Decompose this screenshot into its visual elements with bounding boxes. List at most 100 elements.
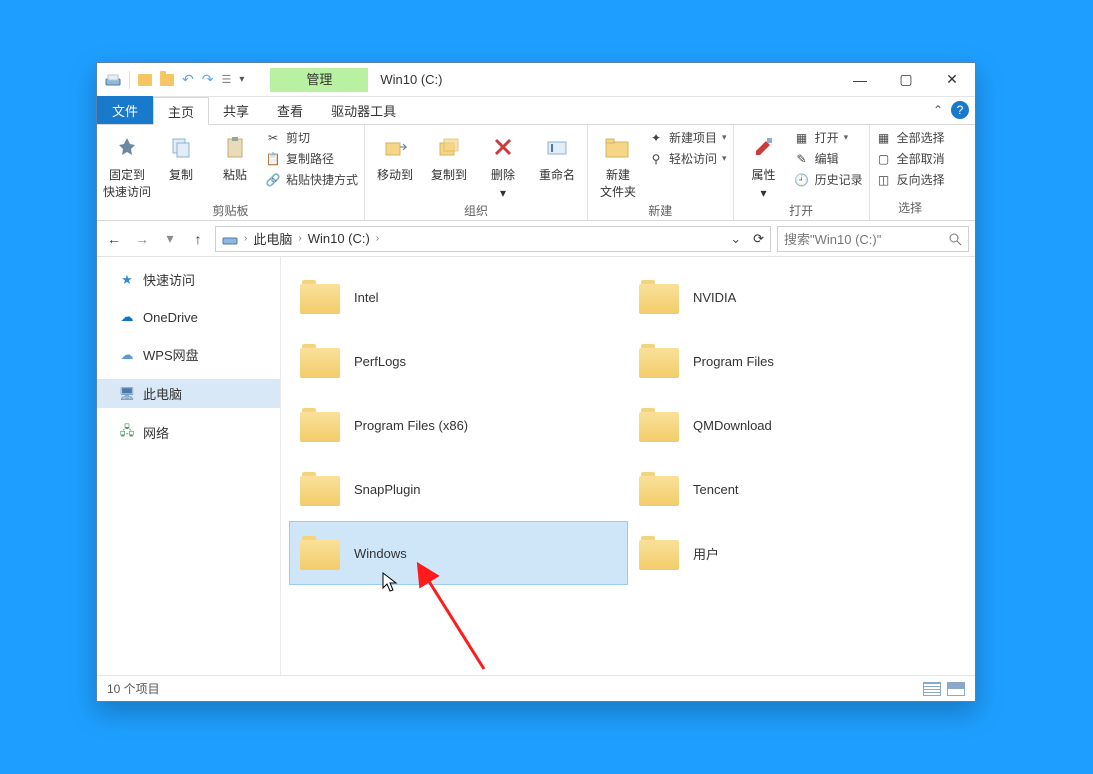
- ribbon-group-open: 属性▾ ▦打开▾ ✎编辑 🕘历史记录 打开: [734, 125, 870, 220]
- search-placeholder: 搜索"Win10 (C:)": [784, 229, 881, 248]
- tab-home[interactable]: 主页: [153, 97, 209, 125]
- pin-quick-access-button[interactable]: 固定到 快速访问: [103, 129, 151, 200]
- close-button[interactable]: ✕: [929, 63, 975, 97]
- new-folder-button[interactable]: 新建 文件夹: [594, 129, 642, 200]
- breadcrumb-drive[interactable]: Win10 (C:): [308, 231, 370, 246]
- minimize-button[interactable]: —: [837, 63, 883, 97]
- chevron-down-icon[interactable]: ▾: [239, 74, 244, 85]
- folder-icon: [300, 536, 340, 570]
- new-folder-icon: [602, 131, 634, 163]
- edit-icon: ✎: [794, 151, 810, 167]
- select-none-button[interactable]: ▢全部取消: [876, 150, 945, 167]
- edit-button[interactable]: ✎编辑: [794, 150, 863, 167]
- rename-button[interactable]: 重命名: [533, 129, 581, 183]
- recent-button[interactable]: ▾: [159, 228, 181, 250]
- shortcut-icon: 🔗: [265, 172, 281, 188]
- copy-button[interactable]: 复制: [157, 129, 205, 183]
- chevron-icon[interactable]: ›: [298, 233, 301, 244]
- qat-menu-icon[interactable]: ☰: [221, 73, 231, 86]
- ribbon-group-clipboard: 固定到 快速访问 复制 粘贴 ✂剪切 📋复制路径 🔗粘贴快捷方式 剪贴板: [97, 125, 365, 220]
- folder-label: 用户: [693, 544, 719, 563]
- copy-path-button[interactable]: 📋复制路径: [265, 150, 358, 167]
- nav-this-pc[interactable]: 🖥此电脑: [97, 379, 280, 408]
- folder-item[interactable]: 用户: [628, 521, 967, 585]
- up-button[interactable]: ↑: [187, 228, 209, 250]
- status-text: 10 个项目: [107, 680, 160, 697]
- folder-item[interactable]: Windows: [289, 521, 628, 585]
- pc-icon: 🖥: [119, 386, 135, 402]
- nav-quick-access[interactable]: ★快速访问: [97, 265, 280, 294]
- select-all-button[interactable]: ▦全部选择: [876, 129, 945, 146]
- cut-icon: ✂: [265, 130, 281, 146]
- easy-access-button[interactable]: ⚲轻松访问▾: [648, 150, 727, 167]
- forward-button[interactable]: →: [131, 228, 153, 250]
- copy-to-button[interactable]: 复制到: [425, 129, 473, 183]
- folder-item[interactable]: Tencent: [628, 457, 967, 521]
- nav-network[interactable]: 🖧网络: [97, 418, 280, 447]
- folder-item[interactable]: Program Files (x86): [289, 393, 628, 457]
- nav-onedrive[interactable]: ☁OneDrive: [97, 304, 280, 330]
- delete-button[interactable]: 删除▾: [479, 129, 527, 200]
- folder-label: Program Files (x86): [354, 418, 468, 433]
- maximize-button[interactable]: ▢: [883, 63, 929, 97]
- move-to-icon: [379, 131, 411, 163]
- help-icon[interactable]: ?: [951, 101, 969, 119]
- invert-icon: ◫: [876, 172, 892, 188]
- invert-selection-button[interactable]: ◫反向选择: [876, 171, 945, 188]
- folder-label: PerfLogs: [354, 354, 406, 369]
- back-button[interactable]: ←: [103, 228, 125, 250]
- folder-label: QMDownload: [693, 418, 772, 433]
- paste-button[interactable]: 粘贴: [211, 129, 259, 183]
- search-input[interactable]: 搜索"Win10 (C:)": [777, 226, 969, 252]
- folder-item[interactable]: PerfLogs: [289, 329, 628, 393]
- folder-item[interactable]: Intel: [289, 265, 628, 329]
- details-view-button[interactable]: [923, 682, 941, 696]
- folder-label: Tencent: [693, 482, 739, 497]
- folder-item[interactable]: NVIDIA: [628, 265, 967, 329]
- history-button[interactable]: 🕘历史记录: [794, 171, 863, 188]
- open-button[interactable]: ▦打开▾: [794, 129, 863, 146]
- nav-wps[interactable]: ☁WPS网盘: [97, 340, 280, 369]
- breadcrumb[interactable]: › 此电脑 › Win10 (C:) › ⌄ ⟳: [215, 226, 771, 252]
- folder-label: Windows: [354, 546, 407, 561]
- icons-view-button[interactable]: [947, 682, 965, 696]
- folder-item[interactable]: SnapPlugin: [289, 457, 628, 521]
- tab-share[interactable]: 共享: [209, 96, 263, 124]
- address-bar: ← → ▾ ↑ › 此电脑 › Win10 (C:) › ⌄ ⟳ 搜索"Win1…: [97, 221, 975, 257]
- folder-icon[interactable]: [138, 74, 152, 86]
- chevron-icon[interactable]: ›: [244, 233, 247, 244]
- cut-button[interactable]: ✂剪切: [265, 129, 358, 146]
- breadcrumb-thispc[interactable]: 此电脑: [253, 229, 292, 248]
- undo-icon[interactable]: ↶: [182, 71, 194, 88]
- copy-icon: [165, 131, 197, 163]
- tab-drive-tools[interactable]: 驱动器工具: [317, 96, 410, 124]
- copy-to-icon: [433, 131, 465, 163]
- path-icon: 📋: [265, 151, 281, 167]
- move-to-button[interactable]: 移动到: [371, 129, 419, 183]
- file-list[interactable]: IntelNVIDIA PerfLogs Program Files Program …: [281, 257, 975, 675]
- folder-label: SnapPlugin: [354, 482, 421, 497]
- redo-icon[interactable]: ↷: [202, 71, 214, 88]
- context-tab-manage[interactable]: 管理: [270, 68, 368, 92]
- chevron-icon[interactable]: ›: [376, 233, 379, 244]
- navigation-pane: ★快速访问 ☁OneDrive ☁WPS网盘 🖥此电脑 🖧网络: [97, 257, 281, 675]
- folder-icon[interactable]: [160, 74, 174, 86]
- folder-item[interactable]: QMDownload: [628, 393, 967, 457]
- paste-shortcut-button[interactable]: 🔗粘贴快捷方式: [265, 171, 358, 188]
- tab-view[interactable]: 查看: [263, 96, 317, 124]
- history-icon: 🕘: [794, 172, 810, 188]
- drive-icon: [222, 231, 238, 247]
- folder-label: Program Files: [693, 354, 774, 369]
- folder-item[interactable]: Program Files: [628, 329, 967, 393]
- separator: [129, 71, 130, 89]
- status-bar: 10 个项目: [97, 675, 975, 701]
- ribbon-group-new: 新建 文件夹 ✦新建项目▾ ⚲轻松访问▾ 新建: [588, 125, 734, 220]
- collapse-ribbon-icon[interactable]: ⌃: [933, 103, 943, 117]
- dropdown-icon[interactable]: ⌄: [730, 231, 741, 247]
- tab-file[interactable]: 文件: [97, 96, 153, 124]
- properties-button[interactable]: 属性▾: [740, 129, 788, 200]
- folder-icon: [300, 344, 340, 378]
- content-area: ★快速访问 ☁OneDrive ☁WPS网盘 🖥此电脑 🖧网络 IntelNVI…: [97, 257, 975, 675]
- new-item-button[interactable]: ✦新建项目▾: [648, 129, 727, 146]
- refresh-icon[interactable]: ⟳: [753, 231, 764, 247]
